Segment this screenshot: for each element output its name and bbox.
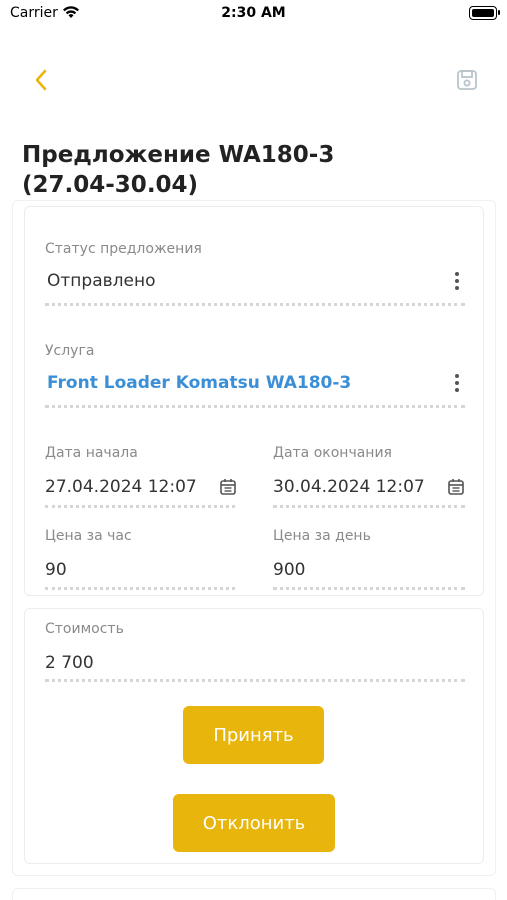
price-hour-field[interactable]: 90: [45, 560, 67, 580]
decline-button[interactable]: Отклонить: [173, 794, 335, 852]
accept-button[interactable]: Принять: [183, 706, 324, 764]
start-date-divider: [45, 505, 235, 508]
status-bar: Carrier 2:30 AM: [0, 0, 507, 30]
page-title-line-2: (27.04-30.04): [22, 172, 199, 198]
price-hour-label: Цена за час: [45, 528, 132, 544]
cost-label: Стоимость: [45, 621, 124, 637]
end-date-field[interactable]: 30.04.2024 12:07: [273, 477, 425, 497]
calendar-icon[interactable]: [446, 477, 466, 497]
status-divider: [45, 303, 465, 306]
price-day-divider: [273, 587, 465, 590]
status-label: Статус предложения: [45, 241, 202, 257]
service-menu-icon[interactable]: [447, 369, 467, 397]
page-title-line-1: Предложение WA180-3: [22, 142, 335, 168]
battery-icon: [469, 6, 500, 20]
status-value[interactable]: Отправлено: [47, 271, 155, 291]
back-chevron-icon[interactable]: [28, 66, 56, 94]
calendar-icon[interactable]: [218, 477, 238, 497]
cost-value: 2 700: [45, 653, 94, 673]
price-day-label: Цена за день: [273, 528, 371, 544]
start-date-field[interactable]: 27.04.2024 12:07: [45, 477, 197, 497]
next-card-peek: [12, 888, 496, 900]
screen: Carrier 2:30 AM Предложение WA180-3 (27.…: [0, 0, 507, 900]
page-title: Предложение WA180-3 (27.04-30.04): [22, 140, 462, 200]
price-day-field[interactable]: 900: [273, 560, 305, 580]
end-date-label: Дата окончания: [273, 445, 392, 461]
service-link[interactable]: Front Loader Komatsu WA180-3: [47, 373, 351, 393]
start-date-label: Дата начала: [45, 445, 138, 461]
end-date-divider: [273, 505, 465, 508]
service-label: Услуга: [45, 343, 95, 359]
cost-divider: [45, 679, 465, 682]
price-hour-divider: [45, 587, 235, 590]
service-divider: [45, 405, 465, 408]
status-menu-icon[interactable]: [447, 267, 467, 295]
clock: 2:30 AM: [221, 5, 286, 21]
save-icon[interactable]: [453, 66, 481, 94]
offer-details-card: Статус предложения Отправлено Услуга Fro…: [24, 206, 484, 596]
